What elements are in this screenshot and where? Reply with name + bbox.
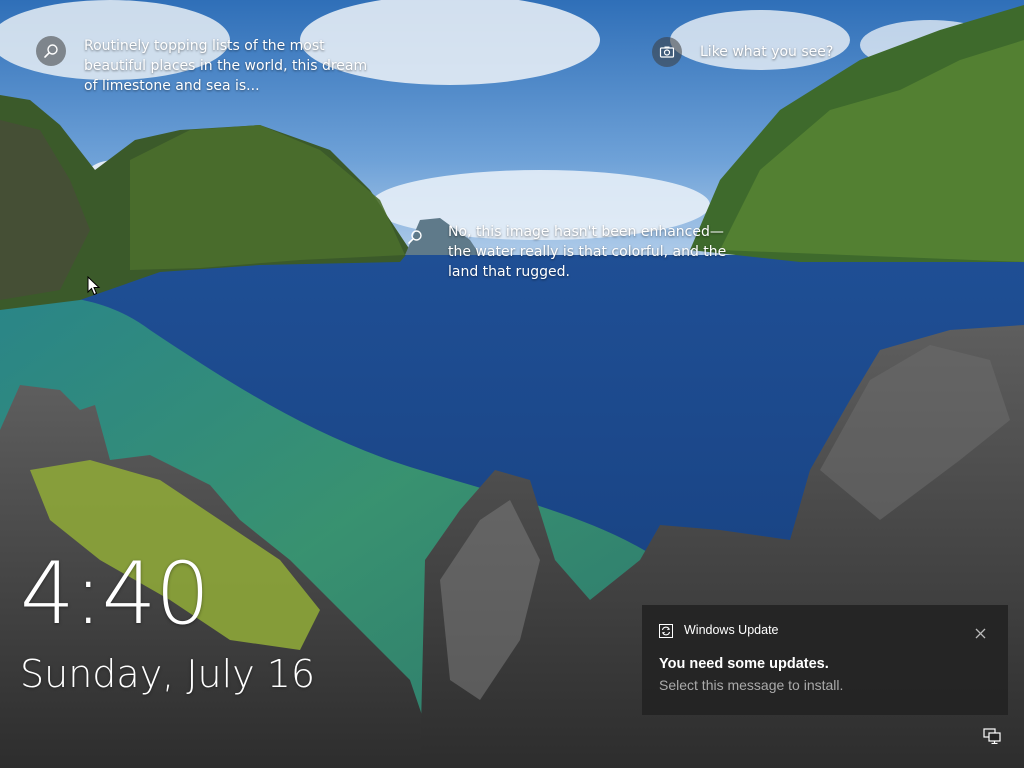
- search-icon: [400, 222, 430, 252]
- notification-body: Select this message to install.: [659, 677, 844, 693]
- fact-line: beautiful places in the world, this drea…: [84, 58, 368, 74]
- network-icon[interactable]: [983, 728, 1001, 744]
- lockscreen-date: Sunday, July 16: [20, 652, 316, 696]
- windows-update-icon: [659, 624, 673, 638]
- fact-line: land that rugged.: [448, 264, 570, 280]
- fact-line: the water really is that colorful, and t…: [448, 244, 727, 260]
- spotlight-fact-hotspot-2[interactable]: No, this image hasn't been enhanced— the…: [400, 222, 726, 282]
- windows-update-notification[interactable]: Windows Update You need some updates. Se…: [642, 605, 1008, 715]
- mouse-cursor-icon: [87, 276, 101, 296]
- like-what-you-see-text: Like what you see?: [700, 42, 833, 62]
- spotlight-fact-hotspot-1[interactable]: Routinely topping lists of the most beau…: [36, 36, 367, 96]
- camera-icon: [652, 37, 682, 67]
- fact-line: Routinely topping lists of the most: [84, 38, 325, 54]
- close-icon[interactable]: [968, 621, 992, 645]
- fact-line: No, this image hasn't been enhanced—: [448, 224, 724, 240]
- fact-line: of limestone and sea is...: [84, 78, 260, 94]
- spotlight-fact-text: Routinely topping lists of the most beau…: [84, 36, 367, 96]
- lockscreen-time: 4:40: [20, 544, 210, 644]
- notification-title: You need some updates.: [659, 656, 829, 672]
- like-what-you-see-hotspot[interactable]: Like what you see?: [652, 37, 833, 67]
- search-icon: [36, 36, 66, 66]
- notification-app-name: Windows Update: [684, 623, 779, 637]
- prompt-line: Like what you see?: [700, 44, 834, 60]
- spotlight-fact-text: No, this image hasn't been enhanced— the…: [448, 222, 726, 282]
